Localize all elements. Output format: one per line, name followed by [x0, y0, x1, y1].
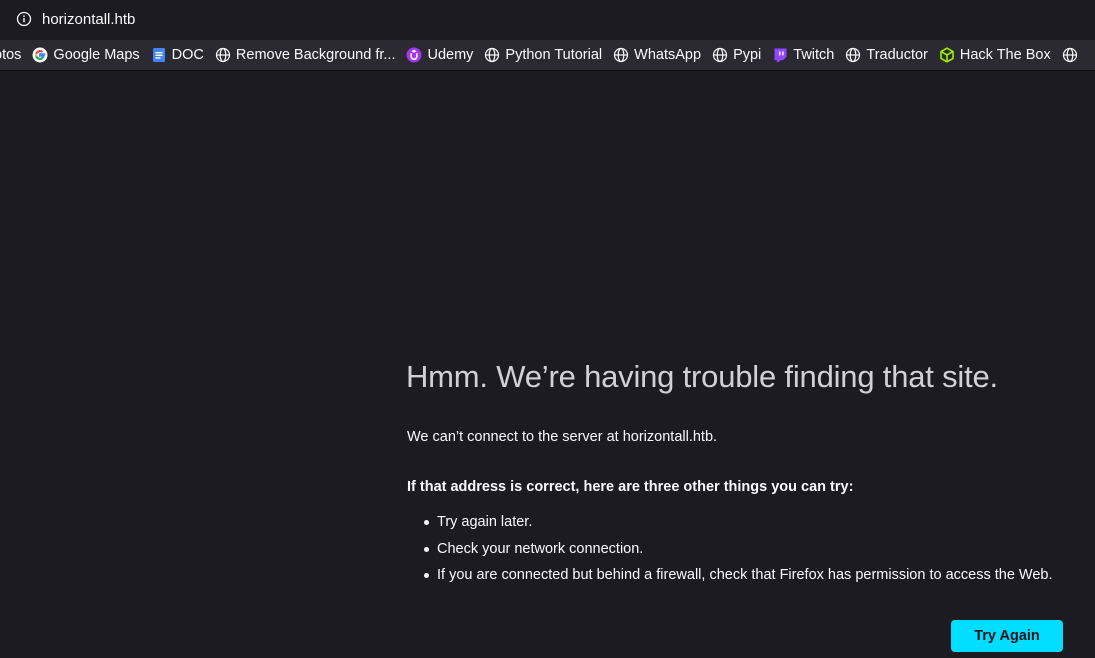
bookmark-label: otos [0, 47, 22, 63]
url-text[interactable]: horizontall.htb [42, 11, 135, 28]
bookmark-label: Remove Background fr... [235, 47, 396, 63]
bookmark-label: Udemy [427, 47, 474, 63]
error-title: Hmm. We’re having trouble finding that s… [406, 359, 998, 394]
bookmark-item[interactable]: Traductor [845, 47, 928, 63]
bookmark-label: Google Maps [53, 47, 140, 63]
bookmark-item[interactable]: Python Tutorial [484, 47, 602, 63]
bookmark-label: WhatsApp [634, 47, 702, 63]
bookmark-item[interactable]: DOC [151, 47, 204, 63]
bookmark-label: DOC [171, 47, 204, 63]
bookmark-label: Twitch [793, 47, 835, 63]
bookmark-item[interactable]: otos [0, 47, 21, 63]
bookmark-item[interactable] [1062, 47, 1083, 63]
globe-icon [484, 47, 500, 63]
error-page: Hmm. We’re having trouble finding that s… [0, 71, 1095, 658]
tips-heading: If that address is correct, here are thr… [407, 479, 854, 495]
udemy-icon [406, 47, 422, 63]
bookmark-item[interactable]: WhatsApp [613, 47, 701, 63]
info-icon[interactable] [16, 11, 32, 27]
tips-list: Try again later. Check your network conn… [407, 509, 1053, 589]
globe-icon [712, 47, 728, 63]
twitch-icon [772, 47, 788, 63]
list-item: Check your network connection. [407, 536, 1053, 563]
bookmark-item[interactable]: Hack The Box [939, 47, 1051, 63]
list-item: Try again later. [407, 509, 1053, 536]
globe-icon [1062, 47, 1078, 63]
bookmark-item[interactable]: Twitch [772, 47, 834, 63]
htb-icon [939, 47, 955, 63]
list-item: If you are connected but behind a firewa… [407, 562, 1053, 589]
bookmark-item[interactable]: Pypi [712, 47, 761, 63]
bookmark-item[interactable]: Remove Background fr... [215, 47, 396, 63]
bookmark-label: Traductor [866, 47, 928, 63]
bookmark-label: Hack The Box [959, 47, 1051, 63]
try-again-button[interactable]: Try Again [951, 620, 1063, 652]
bookmark-item[interactable]: Google Maps [32, 47, 140, 63]
globe-icon [215, 47, 231, 63]
bookmarks-toolbar: otos Google Maps DOC [0, 40, 1095, 71]
globe-icon [613, 47, 629, 63]
docs-icon [151, 47, 167, 63]
bookmark-label: Python Tutorial [505, 47, 603, 63]
error-description: We can’t connect to the server at horizo… [407, 429, 718, 445]
google-icon [32, 47, 48, 63]
navigation-toolbar: horizontall.htb [0, 0, 1095, 40]
url-bar[interactable]: horizontall.htb [8, 3, 1095, 35]
bookmark-label: Pypi [733, 47, 762, 63]
bookmark-item[interactable]: Udemy [406, 47, 473, 63]
globe-icon [845, 47, 861, 63]
